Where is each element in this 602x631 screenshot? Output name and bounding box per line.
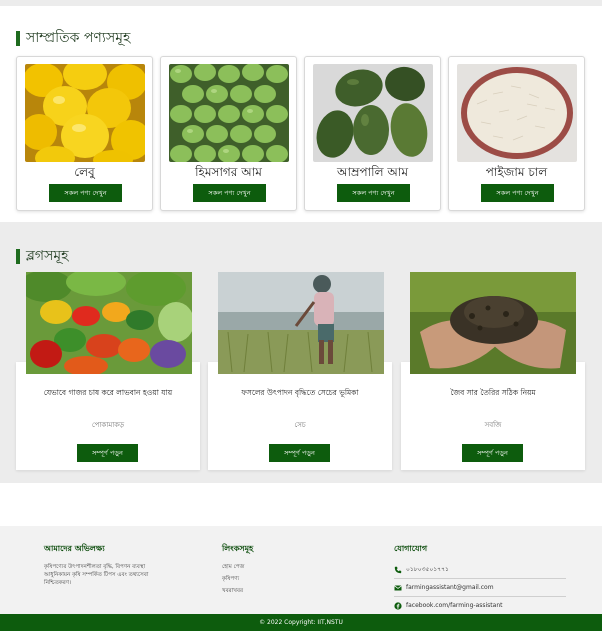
blog-card[interactable]: জৈব সার তৈরির সঠিক নিয়ম সবজি সম্পূর্ণ প… bbox=[401, 362, 585, 470]
view-all-products-button[interactable]: সকল পণ্য দেখুন bbox=[193, 184, 266, 202]
top-bar bbox=[0, 0, 602, 6]
view-all-products-button[interactable]: সকল পণ্য দেখুন bbox=[481, 184, 554, 202]
heading-accent-bar bbox=[16, 248, 20, 264]
phone-icon bbox=[394, 566, 402, 574]
contact-phone[interactable]: ০১৮০৩৫০১৭৭১ bbox=[394, 564, 574, 575]
email-text: farmingassistant@gmail.com bbox=[406, 584, 494, 591]
contact-email[interactable]: farmingassistant@gmail.com bbox=[394, 582, 574, 593]
blog-card[interactable]: যেভাবে গাজর চাষ করে লাভবান হওয়া যায় পো… bbox=[16, 362, 200, 470]
view-all-products-button[interactable]: সকল পণ্য দেখুন bbox=[49, 184, 122, 202]
blog-title[interactable]: যেভাবে গাজর চাষ করে লাভবান হওয়া যায় bbox=[16, 388, 200, 400]
links-title: লিংকসমূহ bbox=[222, 544, 254, 553]
product-card[interactable]: আম্রপালি আম সকল পণ্য দেখুন bbox=[304, 56, 441, 211]
footer-contact: যোগাযোগ ০১৮০৩৫০১৭৭১ farmingassistant@gma… bbox=[394, 543, 574, 611]
copyright-bar: © 2022 Copyright: IIT,NSTU bbox=[0, 614, 602, 631]
product-name: হিমসাগর আম bbox=[195, 165, 262, 179]
green-mangoes-image bbox=[169, 64, 289, 162]
contact-title: যোগাযোগ bbox=[394, 544, 428, 553]
vegetables-image bbox=[26, 272, 192, 374]
product-name: পাইজাম চাল bbox=[485, 165, 548, 179]
facebook-text: facebook.com/farming-assistant bbox=[406, 602, 503, 609]
heading-accent-bar bbox=[16, 30, 20, 46]
recent-products-title: সাম্প্রতিক পণ্যসমূহ bbox=[26, 30, 131, 46]
read-more-button[interactable]: সম্পূর্ণ পড়ুন bbox=[462, 444, 523, 462]
footer-link-news[interactable]: খবরাখবর bbox=[222, 588, 322, 596]
farmer-irrigation-image bbox=[218, 272, 384, 374]
blog-category: পোকামাকড় bbox=[91, 421, 125, 429]
blog-title[interactable]: ফসলের উৎপাদন বৃদ্ধিতে সেচের ভূমিকা bbox=[208, 388, 392, 400]
blog-card[interactable]: ফসলের উৎপাদন বৃদ্ধিতে সেচের ভূমিকা সেচ স… bbox=[208, 362, 392, 470]
product-card[interactable]: পাইজাম চাল সকল পণ্য দেখুন bbox=[448, 56, 585, 211]
blog-list: যেভাবে গাজর চাষ করে লাভবান হওয়া যায় পো… bbox=[16, 272, 586, 472]
divider bbox=[394, 578, 566, 579]
mission-title: আমাদের অভিলক্ষ্য bbox=[44, 544, 105, 553]
footer: আমাদের অভিলক্ষ্য কৃষিপণ্যের উৎপাদনশীলতা … bbox=[0, 526, 602, 614]
read-more-button[interactable]: সম্পূর্ণ পড়ুন bbox=[77, 444, 138, 462]
footer-mission: আমাদের অভিলক্ষ্য কৃষিপণ্যের উৎপাদনশীলতা … bbox=[44, 543, 164, 588]
amrapali-mangoes-image bbox=[313, 64, 433, 162]
rice-image bbox=[457, 64, 577, 162]
blogs-title: ব্লগসমূহ bbox=[26, 248, 69, 264]
footer-links: লিংকসমূহ হোম পেজ কৃষিপণ্য খবরাখবর bbox=[222, 543, 322, 600]
product-name: লেবু bbox=[74, 165, 95, 179]
facebook-icon bbox=[394, 601, 402, 610]
product-list: লেবু সকল পণ্য দেখুন হিমসাগর আম সকল পণ্য … bbox=[16, 56, 586, 212]
product-card[interactable]: হিমসাগর আম সকল পণ্য দেখুন bbox=[160, 56, 297, 211]
blog-category: সেচ bbox=[294, 421, 306, 429]
product-name: আম্রপালি আম bbox=[336, 165, 409, 179]
envelope-icon bbox=[394, 584, 402, 592]
footer-link-home[interactable]: হোম পেজ bbox=[222, 564, 322, 572]
footer-link-products[interactable]: কৃষিপণ্য bbox=[222, 576, 322, 584]
copyright-text: © 2022 Copyright: IIT,NSTU bbox=[259, 619, 343, 626]
recent-products-heading: সাম্প্রতিক পণ্যসমূহ bbox=[16, 26, 130, 50]
view-all-products-button[interactable]: সকল পণ্য দেখুন bbox=[337, 184, 410, 202]
blogs-heading: ব্লগসমূহ bbox=[16, 244, 68, 268]
divider bbox=[394, 596, 566, 597]
blog-title[interactable]: জৈব সার তৈরির সঠিক নিয়ম bbox=[401, 388, 585, 400]
product-card[interactable]: লেবু সকল পণ্য দেখুন bbox=[16, 56, 153, 211]
read-more-button[interactable]: সম্পূর্ণ পড়ুন bbox=[269, 444, 330, 462]
mission-text: কৃষিপণ্যের উৎপাদনশীলতা বৃদ্ধি, বিপণন ব্য… bbox=[44, 564, 149, 586]
organic-soil-image bbox=[410, 272, 576, 374]
contact-facebook[interactable]: facebook.com/farming-assistant bbox=[394, 600, 574, 611]
phone-text: ০১৮০৩৫০১৭৭১ bbox=[406, 566, 449, 573]
blog-category: সবজি bbox=[484, 421, 502, 429]
lemons-image bbox=[25, 64, 145, 162]
